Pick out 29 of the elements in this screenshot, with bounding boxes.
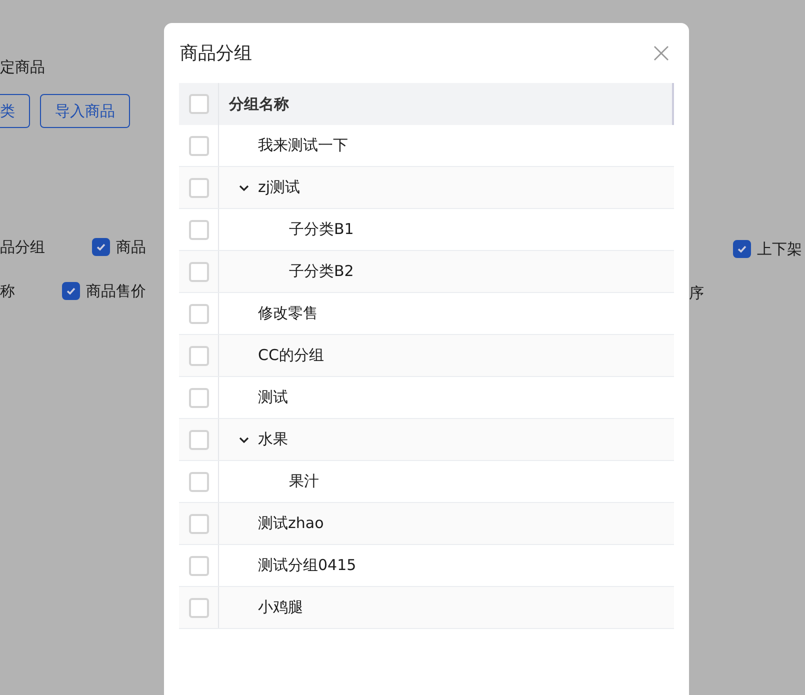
checkbox[interactable] <box>733 240 751 258</box>
table-cell: 子分类B1 <box>289 220 354 239</box>
checkbox-label: 商品售价 <box>86 282 146 300</box>
check-icon <box>736 243 748 255</box>
outline-button[interactable]: 导入商品 <box>40 94 130 128</box>
table-cell: 修改零售 <box>258 304 318 323</box>
section-label: 定商品 <box>0 58 45 77</box>
table-cell: 果汁 <box>289 472 319 491</box>
table-cell: 测试 <box>258 388 288 407</box>
table-cell: CC的分组 <box>258 346 324 365</box>
column-header: 分组名称 <box>228 94 289 114</box>
table-cell: 小鸡腿 <box>258 598 303 617</box>
check-icon <box>95 241 107 253</box>
table-cell: 子分类B2 <box>289 262 354 281</box>
checkbox-label: 上下架 <box>757 240 802 258</box>
table-cell: 测试zhao <box>258 514 324 533</box>
checkbox-label: 商品 <box>116 238 146 256</box>
table-cell: 我来测试一下 <box>258 136 348 155</box>
table-cell: 测试分组0415 <box>258 556 356 575</box>
checkbox[interactable] <box>92 238 110 256</box>
checkbox[interactable] <box>62 282 80 300</box>
table-cell: zj测试 <box>258 178 300 197</box>
dialog-title: 商品分组 <box>180 42 252 65</box>
field-label: 序 <box>689 284 704 302</box>
field-label: 品分组 <box>0 238 45 256</box>
check-icon <box>65 285 77 297</box>
table-cell: 水果 <box>258 430 288 449</box>
outline-button[interactable]: 类 <box>0 94 30 128</box>
field-label: 称 <box>0 282 15 300</box>
